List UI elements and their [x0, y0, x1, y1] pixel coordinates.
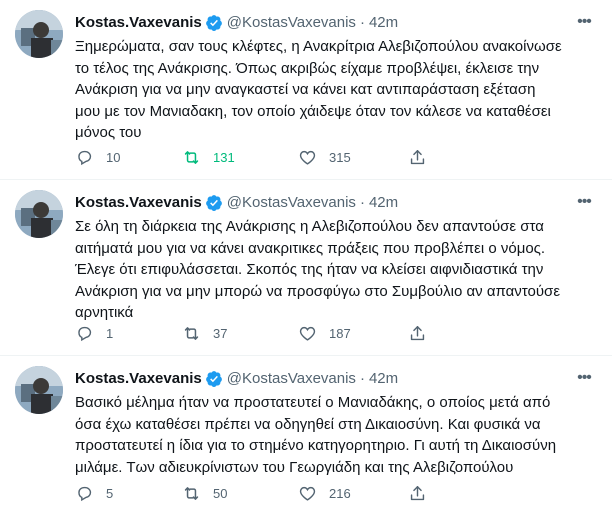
reply-count: 1	[106, 325, 114, 341]
author-handle[interactable]: @KostasVaxevanis	[227, 369, 356, 389]
like-count: 187	[329, 325, 351, 341]
retweet-count: 50	[213, 485, 228, 501]
like-button[interactable]: 315	[298, 148, 408, 167]
like-count: 315	[329, 149, 351, 165]
reply-button[interactable]: 1	[75, 324, 182, 343]
tweet-text: Ξημερώματα, σαν τους κλέφτες, η Ανακρίτρ…	[75, 38, 562, 141]
heart-icon	[299, 486, 316, 501]
separator-dot: ·	[359, 370, 365, 387]
reply-icon	[78, 326, 92, 341]
tweet[interactable]: Kostas.Vaxevanis @KostasVaxevanis · 42m …	[0, 356, 612, 519]
reply-count: 10	[106, 149, 121, 165]
reply-count: 5	[106, 485, 114, 501]
tweet-actions: 5 50 216	[75, 483, 505, 503]
heart-icon	[299, 150, 316, 165]
author-name[interactable]: Kostas.Vaxevanis	[75, 369, 202, 389]
reply-icon	[78, 486, 92, 501]
reply-button[interactable]: 10	[75, 148, 182, 167]
like-button[interactable]: 216	[298, 484, 408, 503]
share-button[interactable]	[408, 484, 448, 503]
more-options-icon[interactable]: •••	[574, 368, 594, 388]
timestamp[interactable]: 42m	[369, 13, 398, 33]
separator-dot: ·	[359, 194, 365, 211]
verified-badge-icon	[205, 15, 222, 31]
share-icon	[410, 149, 425, 164]
share-icon	[410, 485, 425, 500]
author-handle[interactable]: @KostasVaxevanis	[227, 13, 356, 33]
tweet[interactable]: Kostas.Vaxevanis @KostasVaxevanis · 42m …	[0, 180, 612, 356]
share-icon	[410, 325, 425, 340]
more-options-icon[interactable]: •••	[574, 192, 594, 212]
retweet-button[interactable]: 50	[182, 484, 298, 503]
separator-dot: ·	[359, 14, 365, 31]
retweet-icon	[184, 326, 199, 340]
like-button[interactable]: 187	[298, 324, 408, 343]
verified-badge-icon	[205, 371, 222, 387]
reply-icon	[78, 150, 92, 165]
heart-icon	[299, 326, 316, 341]
tweet-text: Σε όλη τη διάρκεια της Ανάκρισης η Αλεβι…	[75, 218, 561, 321]
retweet-icon	[184, 150, 199, 164]
reply-button[interactable]: 5	[75, 484, 182, 503]
retweet-icon	[184, 486, 199, 500]
tweet-actions: 1 37 187	[75, 323, 505, 343]
tweet-actions: 10 131 315	[75, 147, 505, 167]
retweet-count: 37	[213, 325, 228, 341]
retweet-button[interactable]: 37	[182, 324, 298, 343]
timestamp[interactable]: 42m	[369, 193, 398, 213]
author-handle[interactable]: @KostasVaxevanis	[227, 193, 356, 213]
avatar[interactable]	[15, 190, 63, 238]
more-options-icon[interactable]: •••	[574, 12, 594, 32]
share-button[interactable]	[408, 324, 448, 343]
timestamp[interactable]: 42m	[369, 369, 398, 389]
author-name[interactable]: Kostas.Vaxevanis	[75, 13, 202, 33]
avatar[interactable]	[15, 10, 63, 58]
tweet[interactable]: Kostas.Vaxevanis @KostasVaxevanis · 42m …	[0, 0, 612, 180]
retweet-button[interactable]: 131	[182, 148, 298, 167]
like-count: 216	[329, 485, 351, 501]
author-name[interactable]: Kostas.Vaxevanis	[75, 193, 202, 213]
tweet-text: Βασικό μέλημα ήταν να προστατευτεί ο Μαν…	[75, 394, 557, 476]
verified-badge-icon	[205, 195, 222, 211]
avatar[interactable]	[15, 366, 63, 414]
retweet-count: 131	[213, 149, 235, 165]
share-button[interactable]	[408, 148, 448, 167]
